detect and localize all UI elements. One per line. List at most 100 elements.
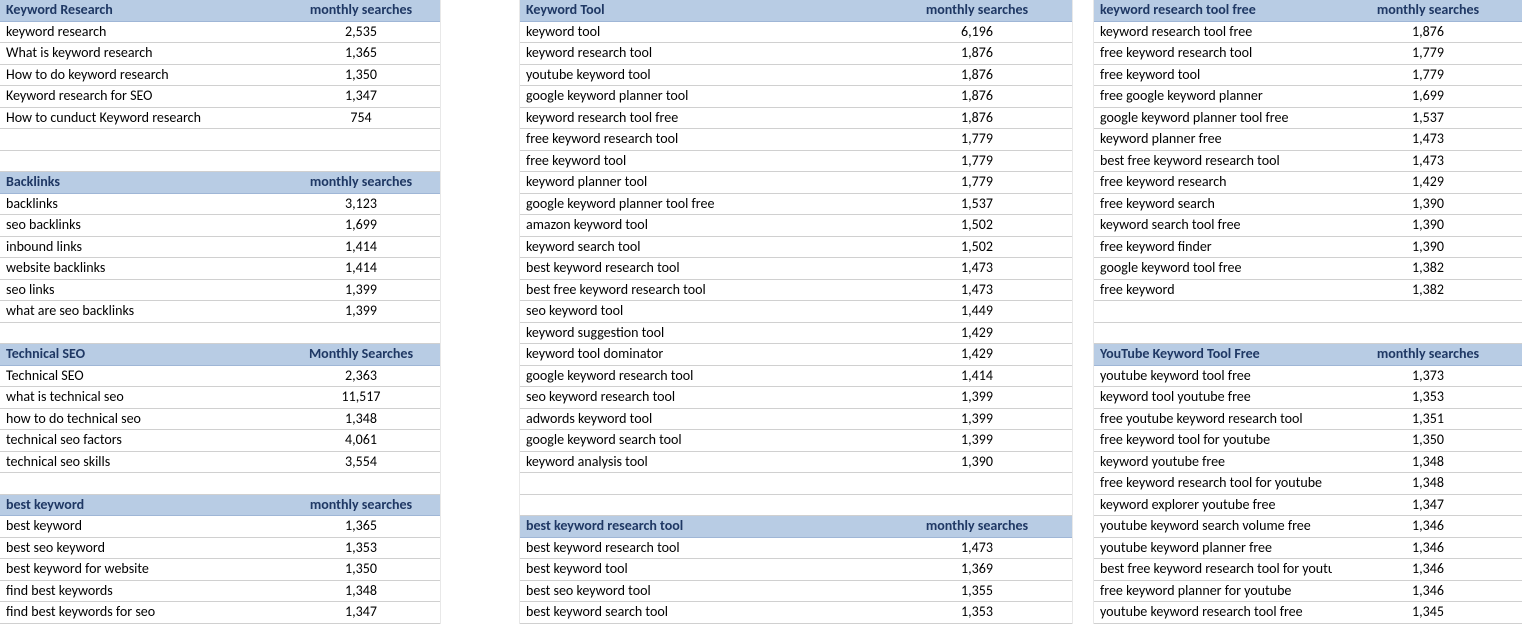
searches-cell[interactable]: 1,473 [1332, 129, 1522, 151]
keyword-cell[interactable]: best free keyword research tool [520, 279, 880, 301]
table-row[interactable]: free keyword research tool1,779 [520, 129, 1072, 151]
searches-cell[interactable]: 1,350 [280, 64, 440, 86]
keyword-cell[interactable]: free youtube keyword research tool [1094, 408, 1332, 430]
keyword-cell[interactable]: seo keyword tool [520, 301, 880, 323]
table-row[interactable]: How to do keyword research1,350 [0, 64, 440, 86]
table-row[interactable]: Keyword research for SEO1,347 [0, 86, 440, 108]
table-row[interactable]: keyword tool6,196 [520, 21, 1072, 43]
searches-cell[interactable]: 1,414 [880, 365, 1072, 387]
table-row[interactable]: best keyword tool1,369 [520, 559, 1072, 581]
searches-cell[interactable]: 1,779 [1332, 64, 1522, 86]
table-row[interactable]: seo keyword research tool1,399 [520, 387, 1072, 409]
table-row[interactable]: find best keywords for seo1,347 [0, 602, 440, 624]
table-row[interactable]: website backlinks1,414 [0, 258, 440, 280]
keyword-cell[interactable]: free google keyword planner [1094, 86, 1332, 108]
searches-cell[interactable]: 1,350 [1332, 430, 1522, 452]
table-row[interactable]: free keyword planner for youtube1,346 [1094, 580, 1522, 602]
searches-cell[interactable]: 1,537 [880, 193, 1072, 215]
keyword-cell[interactable]: youtube keyword planner free [1094, 537, 1332, 559]
table-row[interactable]: free keyword1,382 [1094, 279, 1522, 301]
searches-cell[interactable]: 1,473 [880, 279, 1072, 301]
searches-cell[interactable]: 1,369 [880, 559, 1072, 581]
table-row[interactable]: keyword analysis tool1,390 [520, 451, 1072, 473]
keyword-cell[interactable]: free keyword finder [1094, 236, 1332, 258]
keyword-cell[interactable]: free keyword research tool [520, 129, 880, 151]
keyword-cell[interactable]: best keyword research tool [520, 258, 880, 280]
table-row[interactable]: youtube keyword tool free1,373 [1094, 365, 1522, 387]
table-row[interactable]: keyword research tool1,876 [520, 43, 1072, 65]
table-row[interactable]: best keyword search tool1,353 [520, 602, 1072, 624]
table-row[interactable]: keyword tool youtube free1,353 [1094, 387, 1522, 409]
table-row[interactable]: free keyword tool1,779 [1094, 64, 1522, 86]
keyword-cell[interactable]: best seo keyword [0, 537, 280, 559]
table-row[interactable]: what are seo backlinks1,399 [0, 301, 440, 323]
table-row[interactable]: keyword search tool free1,390 [1094, 215, 1522, 237]
table-row[interactable]: youtube keyword tool1,876 [520, 64, 1072, 86]
table-row[interactable]: best keyword for website1,350 [0, 559, 440, 581]
table-row[interactable]: free keyword tool1,779 [520, 150, 1072, 172]
table-row[interactable]: free google keyword planner1,699 [1094, 86, 1522, 108]
keyword-cell[interactable]: find best keywords for seo [0, 602, 280, 624]
keyword-cell[interactable]: youtube keyword tool [520, 64, 880, 86]
table-row[interactable]: free keyword research tool for youtube1,… [1094, 473, 1522, 495]
table-row[interactable]: keyword search tool1,502 [520, 236, 1072, 258]
searches-cell[interactable]: 1,347 [280, 86, 440, 108]
table-row[interactable]: technical seo skills3,554 [0, 451, 440, 473]
keyword-cell[interactable]: find best keywords [0, 580, 280, 602]
searches-cell[interactable]: 1,365 [280, 43, 440, 65]
searches-cell[interactable]: 1,382 [1332, 279, 1522, 301]
searches-cell[interactable]: 2,535 [280, 21, 440, 43]
table-row[interactable]: best free keyword research tool1,473 [520, 279, 1072, 301]
searches-cell[interactable]: 6,196 [880, 21, 1072, 43]
keyword-cell[interactable]: best free keyword research tool for yout… [1094, 559, 1332, 581]
keyword-cell[interactable]: keyword research tool [520, 43, 880, 65]
keyword-cell[interactable]: keyword explorer youtube free [1094, 494, 1332, 516]
searches-cell[interactable]: 1,699 [1332, 86, 1522, 108]
keyword-cell[interactable]: How to do keyword research [0, 64, 280, 86]
table-row[interactable]: google keyword planner tool free1,537 [520, 193, 1072, 215]
keyword-cell[interactable]: best seo keyword tool [520, 580, 880, 602]
searches-cell[interactable]: 3,123 [280, 193, 440, 215]
searches-cell[interactable]: 1,779 [880, 129, 1072, 151]
table-row[interactable]: keyword planner free1,473 [1094, 129, 1522, 151]
searches-cell[interactable]: 1,429 [880, 344, 1072, 366]
keyword-cell[interactable]: How to cunduct Keyword research [0, 107, 280, 129]
table-row[interactable]: How to cunduct Keyword research754 [0, 107, 440, 129]
keyword-cell[interactable]: google keyword planner tool free [520, 193, 880, 215]
table-row[interactable]: free youtube keyword research tool1,351 [1094, 408, 1522, 430]
searches-cell[interactable]: 11,517 [280, 387, 440, 409]
keyword-cell[interactable]: keyword tool [520, 21, 880, 43]
searches-cell[interactable]: 1,390 [880, 451, 1072, 473]
searches-cell[interactable]: 1,473 [1332, 150, 1522, 172]
searches-cell[interactable]: 1,537 [1332, 107, 1522, 129]
keyword-cell[interactable]: google keyword planner tool free [1094, 107, 1332, 129]
table-row[interactable]: google keyword tool free1,382 [1094, 258, 1522, 280]
searches-cell[interactable]: 1,449 [880, 301, 1072, 323]
table-row[interactable]: google keyword research tool1,414 [520, 365, 1072, 387]
keyword-cell[interactable]: youtube keyword tool free [1094, 365, 1332, 387]
searches-cell[interactable]: 1,429 [880, 322, 1072, 344]
searches-cell[interactable]: 1,473 [880, 258, 1072, 280]
keyword-cell[interactable]: free keyword research [1094, 172, 1332, 194]
table-row[interactable]: best free keyword research tool1,473 [1094, 150, 1522, 172]
keyword-cell[interactable]: keyword planner tool [520, 172, 880, 194]
table-row[interactable]: seo backlinks1,699 [0, 215, 440, 237]
searches-cell[interactable]: 1,348 [1332, 451, 1522, 473]
table-row[interactable]: how to do technical seo1,348 [0, 408, 440, 430]
keyword-cell[interactable]: free keyword tool [520, 150, 880, 172]
keyword-cell[interactable]: free keyword research tool [1094, 43, 1332, 65]
keyword-cell[interactable]: keyword search tool [520, 236, 880, 258]
keyword-cell[interactable]: What is keyword research [0, 43, 280, 65]
searches-cell[interactable]: 1,779 [880, 172, 1072, 194]
table-row[interactable]: technical seo factors4,061 [0, 430, 440, 452]
searches-cell[interactable]: 1,399 [280, 279, 440, 301]
keyword-cell[interactable]: best keyword tool [520, 559, 880, 581]
keyword-cell[interactable]: free keyword planner for youtube [1094, 580, 1332, 602]
table-row[interactable]: keyword research tool free1,876 [520, 107, 1072, 129]
searches-cell[interactable]: 4,061 [280, 430, 440, 452]
keyword-cell[interactable]: keyword tool youtube free [1094, 387, 1332, 409]
keyword-cell[interactable]: youtube keyword research tool free [1094, 602, 1332, 624]
table-row[interactable]: best seo keyword1,353 [0, 537, 440, 559]
table-row[interactable]: what is technical seo11,517 [0, 387, 440, 409]
table-row[interactable]: What is keyword research1,365 [0, 43, 440, 65]
